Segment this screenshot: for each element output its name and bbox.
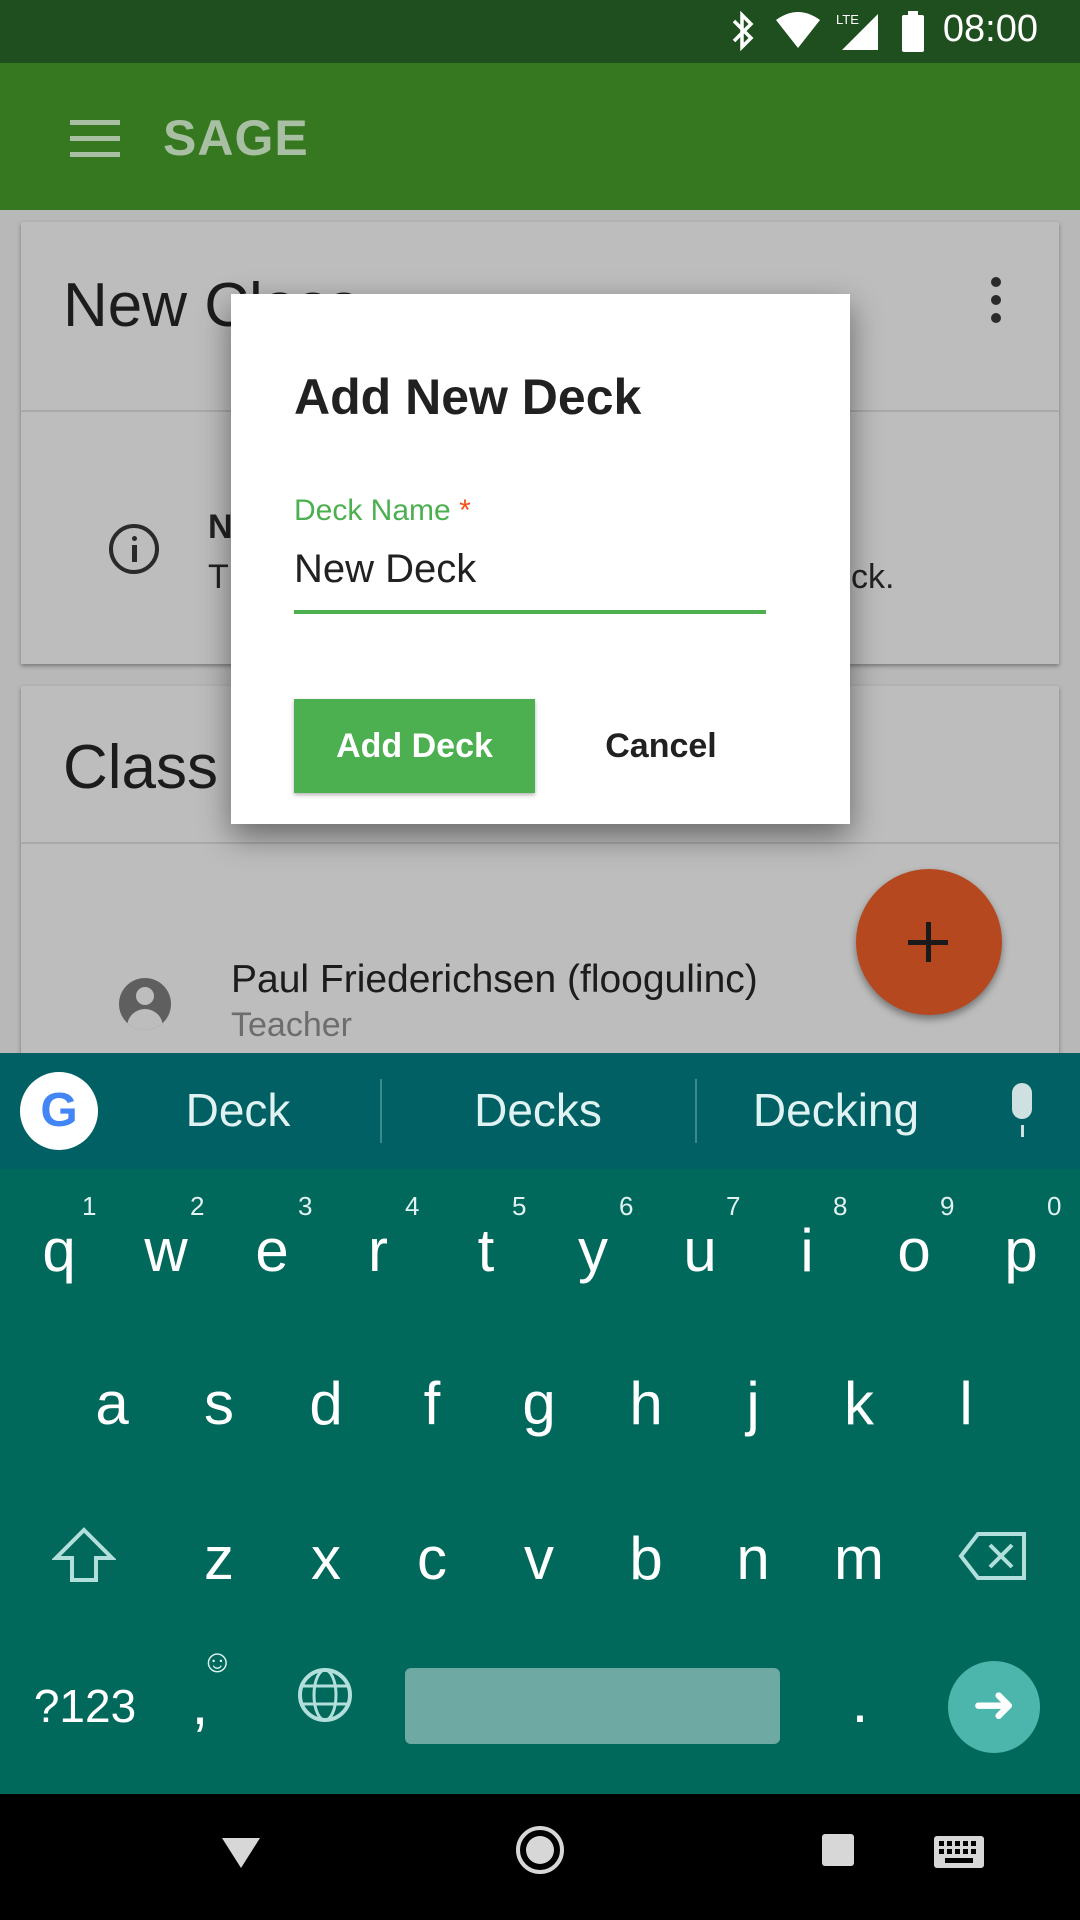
- shift-icon[interactable]: [52, 1526, 116, 1584]
- key-k[interactable]: k: [811, 1369, 907, 1438]
- svg-text:LTE: LTE: [836, 12, 859, 27]
- key-w[interactable]: w: [118, 1216, 214, 1285]
- members-title: Class: [63, 733, 219, 802]
- key-z[interactable]: z: [171, 1524, 267, 1593]
- symbols-key[interactable]: ?123: [20, 1679, 150, 1733]
- member-role: Teacher: [231, 1006, 352, 1044]
- notice-text: T: [208, 558, 229, 596]
- menu-icon[interactable]: [70, 120, 120, 157]
- dialog-title: Add New Deck: [294, 369, 642, 425]
- enter-arrow-icon[interactable]: ➜: [948, 1661, 1040, 1753]
- key-j[interactable]: j: [705, 1369, 801, 1438]
- notice-text-end: ck.: [851, 558, 895, 596]
- home-icon[interactable]: [514, 1824, 566, 1876]
- member-name: Paul Friederichsen (floogulinc): [231, 958, 758, 1001]
- more-vert-icon[interactable]: [991, 277, 1001, 331]
- key-d[interactable]: d: [278, 1369, 374, 1438]
- app-title: SAGE: [163, 110, 309, 166]
- suggestion-2[interactable]: Decks: [388, 1083, 688, 1137]
- key-i[interactable]: i: [759, 1216, 855, 1285]
- deck-name-input[interactable]: [294, 544, 766, 594]
- notice-title: N: [208, 508, 233, 546]
- key-n[interactable]: n: [705, 1524, 801, 1593]
- key-c[interactable]: c: [384, 1524, 480, 1593]
- key-r[interactable]: r: [330, 1216, 426, 1285]
- add-deck-button[interactable]: Add Deck: [294, 699, 535, 793]
- backspace-icon[interactable]: [958, 1531, 1028, 1581]
- account-circle-icon: [119, 978, 171, 1030]
- key-x[interactable]: x: [278, 1524, 374, 1593]
- google-logo-icon[interactable]: G: [20, 1072, 98, 1150]
- key-v[interactable]: v: [491, 1524, 587, 1593]
- deck-name-label: Deck Name *: [294, 494, 471, 527]
- app-bar: SAGE: [0, 63, 1080, 210]
- add-deck-dialog: Add New Deck Deck Name * Add Deck Cancel: [231, 294, 850, 824]
- microphone-icon[interactable]: [1012, 1083, 1032, 1137]
- key-o[interactable]: o: [866, 1216, 962, 1285]
- key-m[interactable]: m: [811, 1524, 907, 1593]
- key-l[interactable]: l: [918, 1369, 1014, 1438]
- comma-key[interactable]: ,: [170, 1669, 230, 1738]
- space-key[interactable]: [405, 1668, 780, 1744]
- recents-icon[interactable]: [820, 1832, 856, 1868]
- key-y[interactable]: y: [545, 1216, 641, 1285]
- cancel-button[interactable]: Cancel: [561, 699, 761, 793]
- key-a[interactable]: a: [64, 1369, 160, 1438]
- deck-name-underline: [294, 610, 766, 614]
- key-g[interactable]: g: [491, 1369, 587, 1438]
- key-u[interactable]: u: [652, 1216, 748, 1285]
- key-f[interactable]: f: [384, 1369, 480, 1438]
- required-mark: *: [459, 494, 471, 527]
- key-b[interactable]: b: [598, 1524, 694, 1593]
- key-e[interactable]: e: [224, 1216, 320, 1285]
- navigation-bar: [0, 1794, 1080, 1920]
- bluetooth-icon: [732, 10, 754, 52]
- info-icon: [109, 524, 159, 574]
- key-h[interactable]: h: [598, 1369, 694, 1438]
- key-q[interactable]: q: [11, 1216, 107, 1285]
- battery-icon: [902, 11, 924, 52]
- suggestion-3[interactable]: Decking: [686, 1083, 986, 1137]
- globe-icon[interactable]: [296, 1666, 354, 1724]
- back-icon[interactable]: [220, 1834, 262, 1870]
- suggestion-1[interactable]: Deck: [88, 1083, 388, 1137]
- keyboard-suggestion-bar: G Deck Decks Decking: [0, 1053, 1080, 1169]
- period-key[interactable]: .: [814, 1667, 906, 1736]
- add-fab-button[interactable]: [856, 869, 1002, 1015]
- wifi-icon: [776, 12, 820, 48]
- key-p[interactable]: p: [973, 1216, 1069, 1285]
- keyboard-switch-icon[interactable]: [932, 1834, 986, 1870]
- status-time: 08:00: [942, 8, 1038, 50]
- status-bar: LTE 08:00: [0, 0, 1080, 63]
- key-t[interactable]: t: [438, 1216, 534, 1285]
- signal-lte-icon: LTE: [836, 12, 878, 50]
- key-s[interactable]: s: [171, 1369, 267, 1438]
